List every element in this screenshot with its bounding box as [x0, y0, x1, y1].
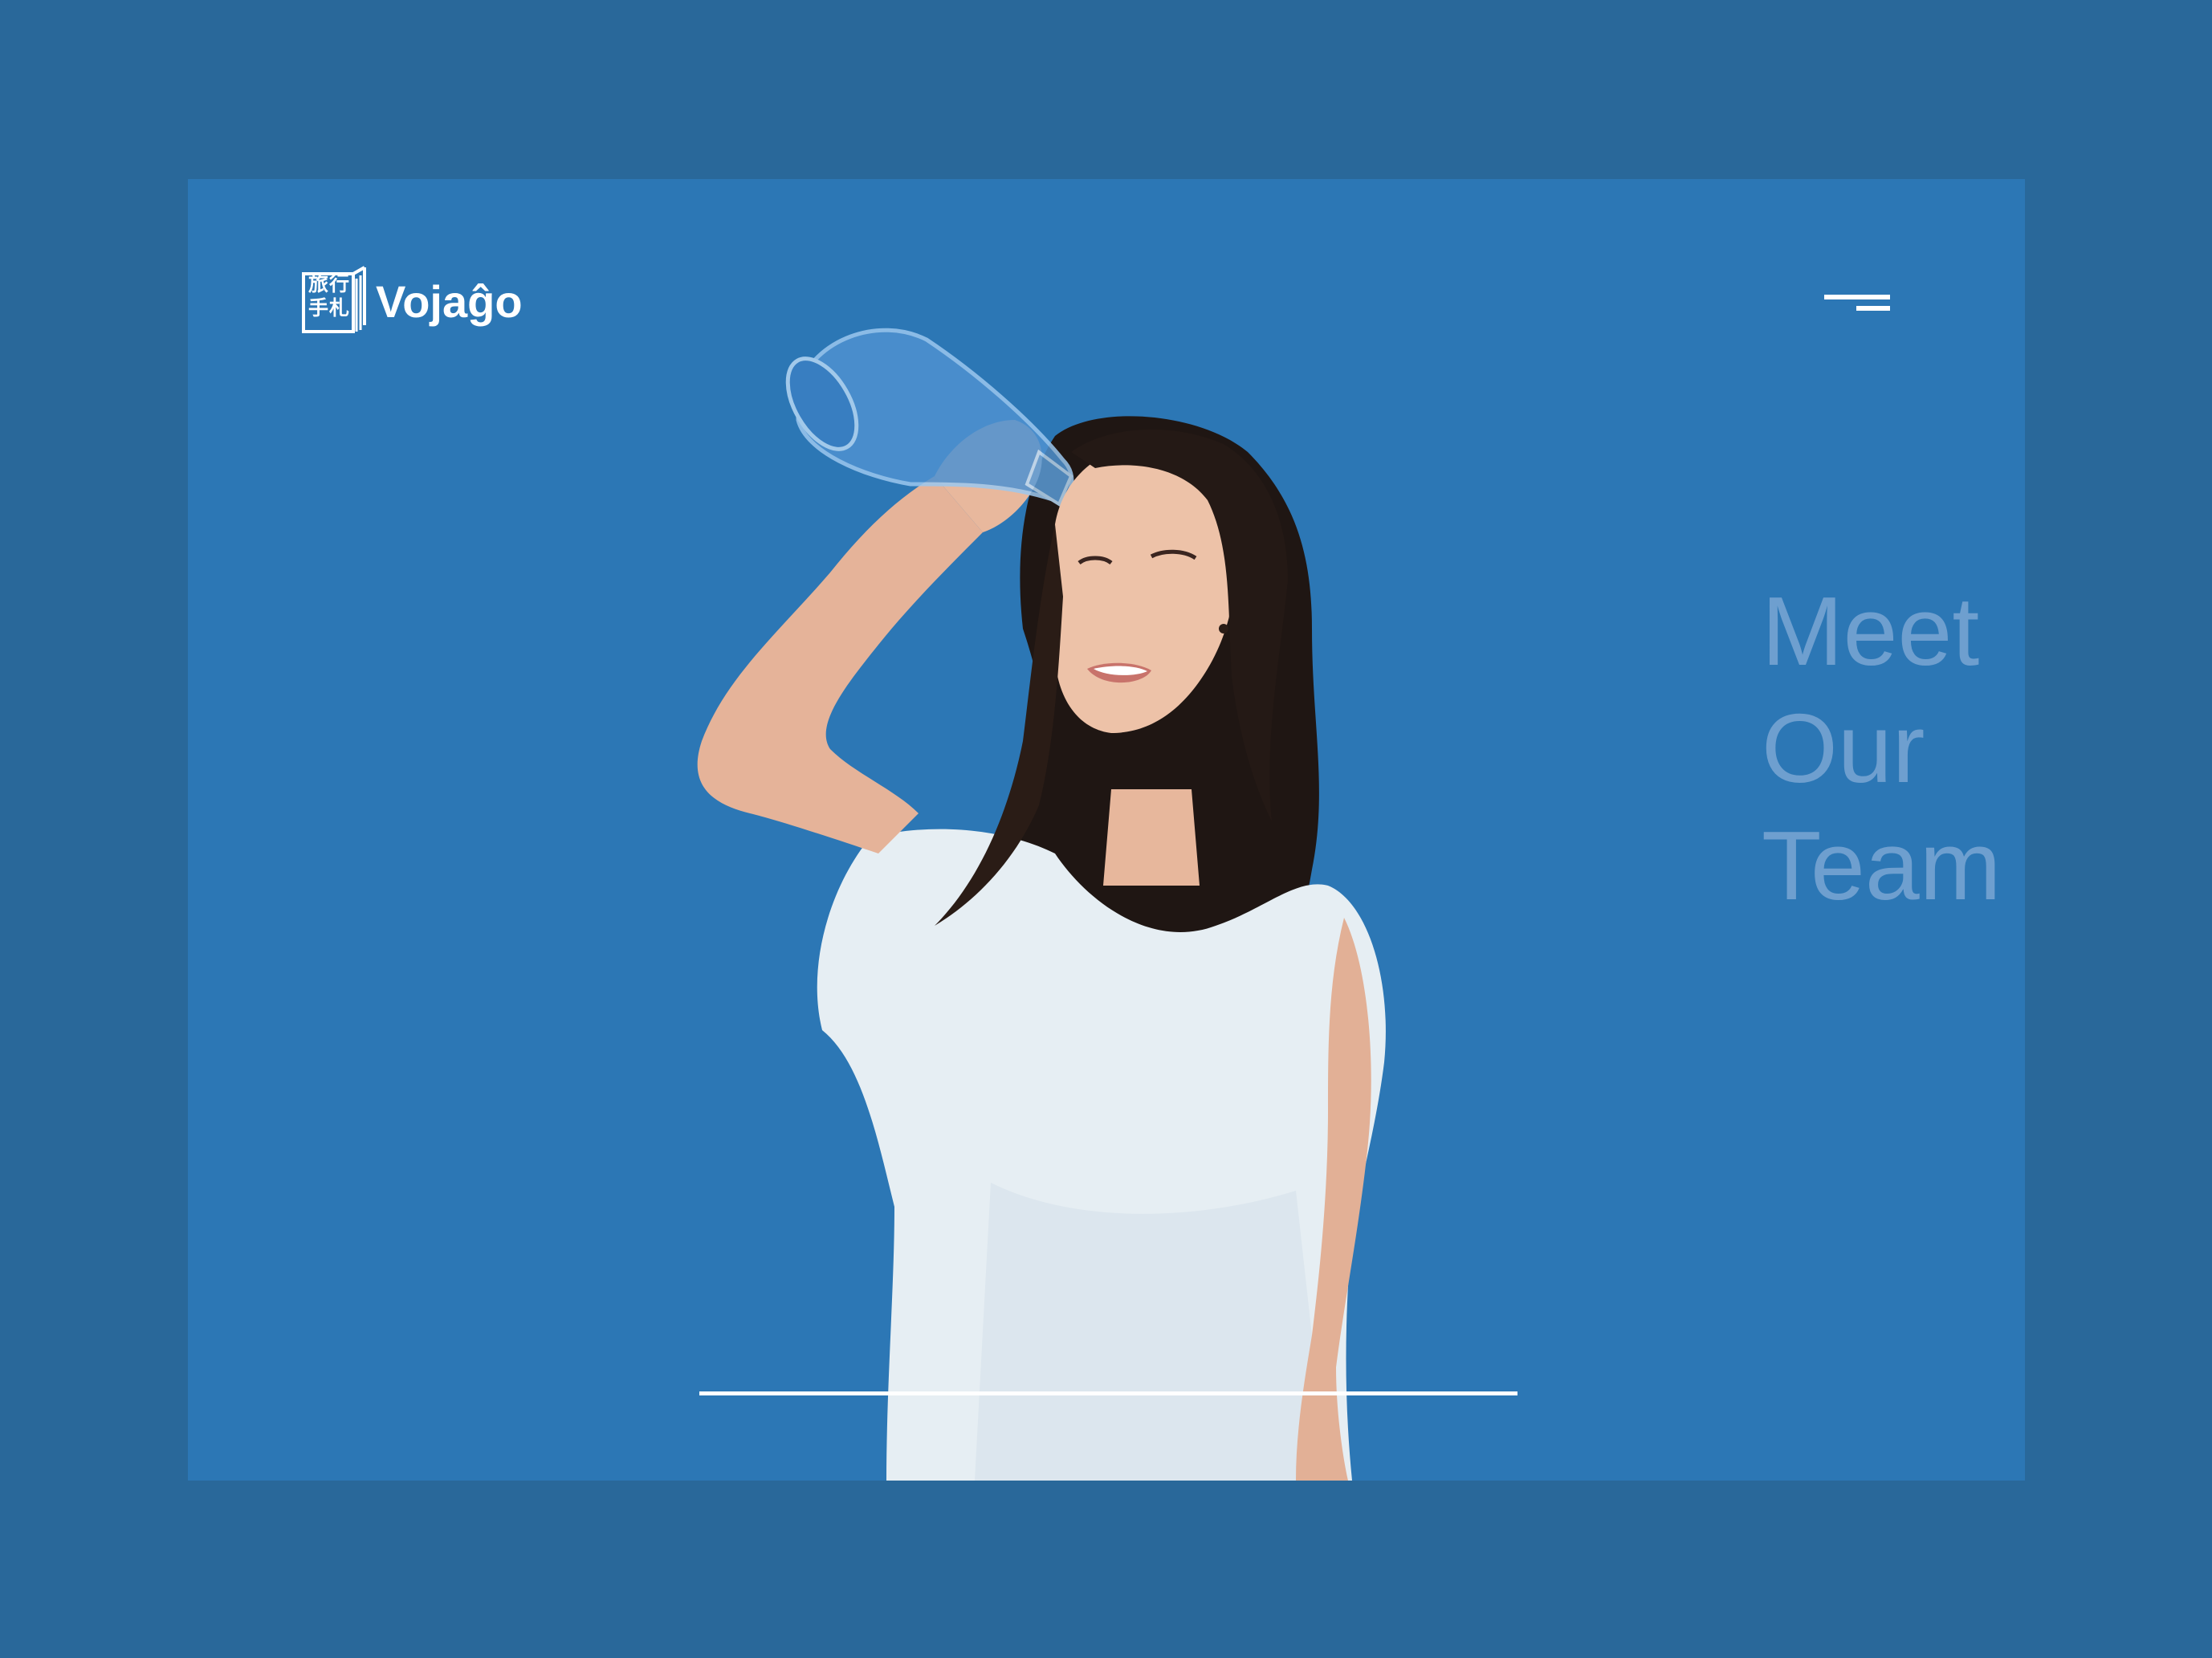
hero-frame: 旅行 手札 Vojaĝo Meet Our Team: [188, 179, 2025, 1481]
logo-cjk-text: 旅行 手札: [308, 272, 350, 320]
title-line: Our: [1762, 694, 1925, 803]
logo-wordmark: Vojaĝo: [376, 275, 523, 327]
earring: [1219, 624, 1228, 633]
slide-progress-line: [699, 1391, 1517, 1395]
hamburger-menu-icon[interactable]: [1824, 290, 1893, 319]
title-line: Meet: [1762, 576, 1980, 686]
shirt-shade: [975, 1183, 1328, 1481]
neck: [1103, 789, 1200, 886]
menu-line-bottom: [1856, 306, 1890, 311]
logo-mark: 旅行 手札: [302, 266, 371, 333]
menu-line-top: [1824, 295, 1890, 299]
hero-photo: [697, 328, 1386, 1481]
page-title: Meet Our Team: [1762, 572, 2019, 924]
title-line: Team: [1762, 811, 2002, 920]
raised-arm: [697, 476, 983, 853]
glass-flask: [785, 328, 1074, 507]
brand-logo[interactable]: 旅行 手札 Vojaĝo: [302, 266, 523, 333]
